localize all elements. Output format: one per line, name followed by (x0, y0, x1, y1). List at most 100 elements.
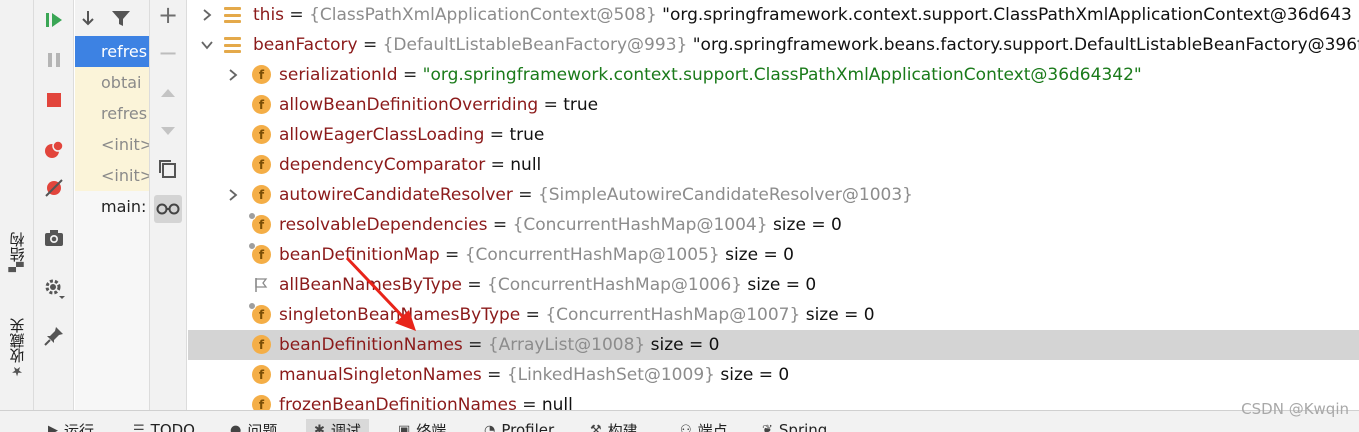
chevron-right-icon[interactable] (200, 8, 214, 22)
frame-item[interactable]: obtai (75, 67, 149, 98)
endpoint-icon: ⚇ (680, 422, 692, 432)
variable-name: beanDefinitionMap (279, 245, 440, 265)
structure-icon: ▚ (9, 262, 25, 272)
variable-row[interactable]: f manualSingletonNames = {LinkedHashSet@1… (188, 360, 1359, 390)
move-down-button[interactable] (155, 118, 181, 144)
variable-row[interactable]: this = {ClassPathXmlApplicationContext@5… (188, 0, 1359, 30)
bottom-tab-profiler[interactable]: ◔ Profiler (484, 419, 554, 432)
side-tool-strip: ▚ 结构 ★ 收藏夹 (0, 0, 34, 410)
variable-text: beanDefinitionNames = {ArrayList@1008} s… (279, 335, 720, 355)
bottom-tab-problem[interactable]: ● 问题 (230, 419, 277, 432)
variable-extra: size = 0 (725, 245, 794, 265)
bottom-tab-label: Spring (778, 421, 828, 432)
variable-text: resolvableDependencies = {ConcurrentHash… (279, 215, 842, 235)
object-icon (224, 7, 241, 23)
favorites-label: 收藏夹 (8, 318, 27, 363)
variable-text: manualSingletonNames = {LinkedHashSet@10… (279, 365, 789, 385)
variable-text: allowEagerClassLoading = true (279, 125, 544, 145)
variable-value: true (563, 95, 599, 115)
variable-value: {ConcurrentHashMap@1005} (464, 245, 720, 265)
variable-value: {DefaultListableBeanFactory@993} (382, 35, 688, 55)
variable-name: beanDefinitionNames (279, 335, 463, 355)
snapshot-button[interactable] (42, 226, 66, 250)
bottom-tab-terminal[interactable]: ▣ 终端 (398, 419, 446, 432)
variable-value: "org.springframework.context.support.Cla… (422, 65, 1142, 85)
resume-button[interactable] (42, 8, 66, 32)
variable-row[interactable]: f allowBeanDefinitionOverriding = true (188, 90, 1359, 120)
bottom-tab-build[interactable]: ⚒ 构建 (590, 419, 638, 432)
variable-row[interactable]: f allowEagerClassLoading = true (188, 120, 1359, 150)
variable-value: {SimpleAutowireCandidateResolver@1003} (537, 185, 913, 205)
frames-header (75, 0, 149, 36)
structure-tool-button[interactable]: ▚ 结构 (4, 232, 30, 278)
view-breakpoints-button[interactable] (42, 137, 66, 161)
pause-icon (48, 53, 60, 67)
variable-extra: size = 0 (747, 275, 817, 295)
bottom-tab-label: 问题 (247, 421, 278, 432)
equals-sign: = (520, 305, 546, 325)
bottom-tab-label: 运行 (64, 421, 95, 432)
build-icon: ⚒ (590, 422, 602, 432)
arrow-down-icon[interactable] (79, 9, 97, 27)
field-icon: f (252, 65, 271, 84)
variable-name: dependencyComparator (279, 155, 486, 175)
variable-value: true (509, 125, 545, 145)
equals-sign: = (487, 215, 513, 235)
mute-breakpoints-button[interactable] (42, 176, 66, 200)
remove-watch-button[interactable]: − (155, 39, 181, 67)
variable-row[interactable]: allBeanNamesByType = {ConcurrentHashMap@… (188, 270, 1359, 300)
frame-item[interactable]: main: (75, 191, 149, 222)
breakpoints-icon (45, 140, 64, 158)
chevron-right-icon[interactable] (226, 188, 240, 202)
bottom-tab-bug[interactable]: ✱ 调试 (306, 419, 369, 432)
pin-button[interactable] (42, 324, 66, 348)
equals-sign: = (462, 335, 488, 355)
variable-extra: size = 0 (772, 215, 842, 235)
bottom-tab-spring[interactable]: ❦ Spring (762, 419, 827, 432)
new-watch-button[interactable]: + (155, 1, 181, 29)
pause-button[interactable] (42, 48, 66, 72)
filter-icon[interactable] (111, 9, 131, 27)
frame-item[interactable]: <init> (75, 160, 149, 191)
pin-icon (44, 327, 63, 346)
bottom-tab-endpoint[interactable]: ⚇ 端点 (680, 419, 728, 432)
equals-sign: = (284, 5, 310, 25)
equals-sign: = (439, 245, 465, 265)
variable-row[interactable]: beanFactory = {DefaultListableBeanFactor… (188, 30, 1359, 60)
variable-text: dependencyComparator = null (279, 155, 541, 175)
variable-value: {ArrayList@1008} (487, 335, 646, 355)
chevron-right-icon[interactable] (226, 68, 240, 82)
settings-button[interactable] (42, 276, 66, 300)
variable-row[interactable]: f frozenBeanDefinitionNames = null (188, 390, 1359, 410)
frame-item[interactable]: refres (75, 36, 149, 67)
variable-name: resolvableDependencies (279, 215, 488, 235)
equals-sign: = (516, 395, 542, 410)
copy-button[interactable] (155, 156, 181, 182)
variable-text: singletonBeanNamesByType = {ConcurrentHa… (279, 305, 875, 325)
stop-button[interactable] (42, 88, 66, 112)
terminal-icon: ▣ (398, 422, 411, 432)
favorites-tool-button[interactable]: ★ 收藏夹 (4, 318, 30, 384)
variable-row[interactable]: f resolvableDependencies = {ConcurrentHas… (188, 210, 1359, 240)
chevron-down-icon[interactable] (200, 38, 214, 52)
bottom-tab-label: 终端 (416, 421, 447, 432)
move-up-button[interactable] (155, 80, 181, 106)
variable-row[interactable]: f beanDefinitionNames = {ArrayList@1008} … (188, 330, 1359, 360)
variable-extra: size = 0 (720, 365, 790, 385)
bottom-tab-list[interactable]: ☰ TODO (133, 419, 195, 432)
play-icon: ▶ (48, 422, 58, 432)
bottom-tab-label: TODO (150, 421, 195, 432)
variable-row[interactable]: f autowireCandidateResolver = {SimpleAuto… (188, 180, 1359, 210)
variable-row[interactable]: f beanDefinitionMap = {ConcurrentHashMap@… (188, 240, 1359, 270)
list-icon: ☰ (133, 422, 145, 432)
frame-item[interactable]: refres (75, 98, 149, 129)
show-watches-toggle[interactable] (154, 195, 182, 223)
frame-item[interactable]: <init> (75, 129, 149, 160)
variable-text: autowireCandidateResolver = {SimpleAutow… (279, 185, 913, 205)
bottom-tab-play[interactable]: ▶ 运行 (48, 419, 94, 432)
variable-row[interactable]: f dependencyComparator = null (188, 150, 1359, 180)
variable-extra: size = 0 (650, 335, 720, 355)
plus-icon: + (157, 1, 179, 29)
variable-row[interactable]: f singletonBeanNamesByType = {ConcurrentH… (188, 300, 1359, 330)
variable-row[interactable]: f serializationId = "org.springframework.… (188, 60, 1359, 90)
